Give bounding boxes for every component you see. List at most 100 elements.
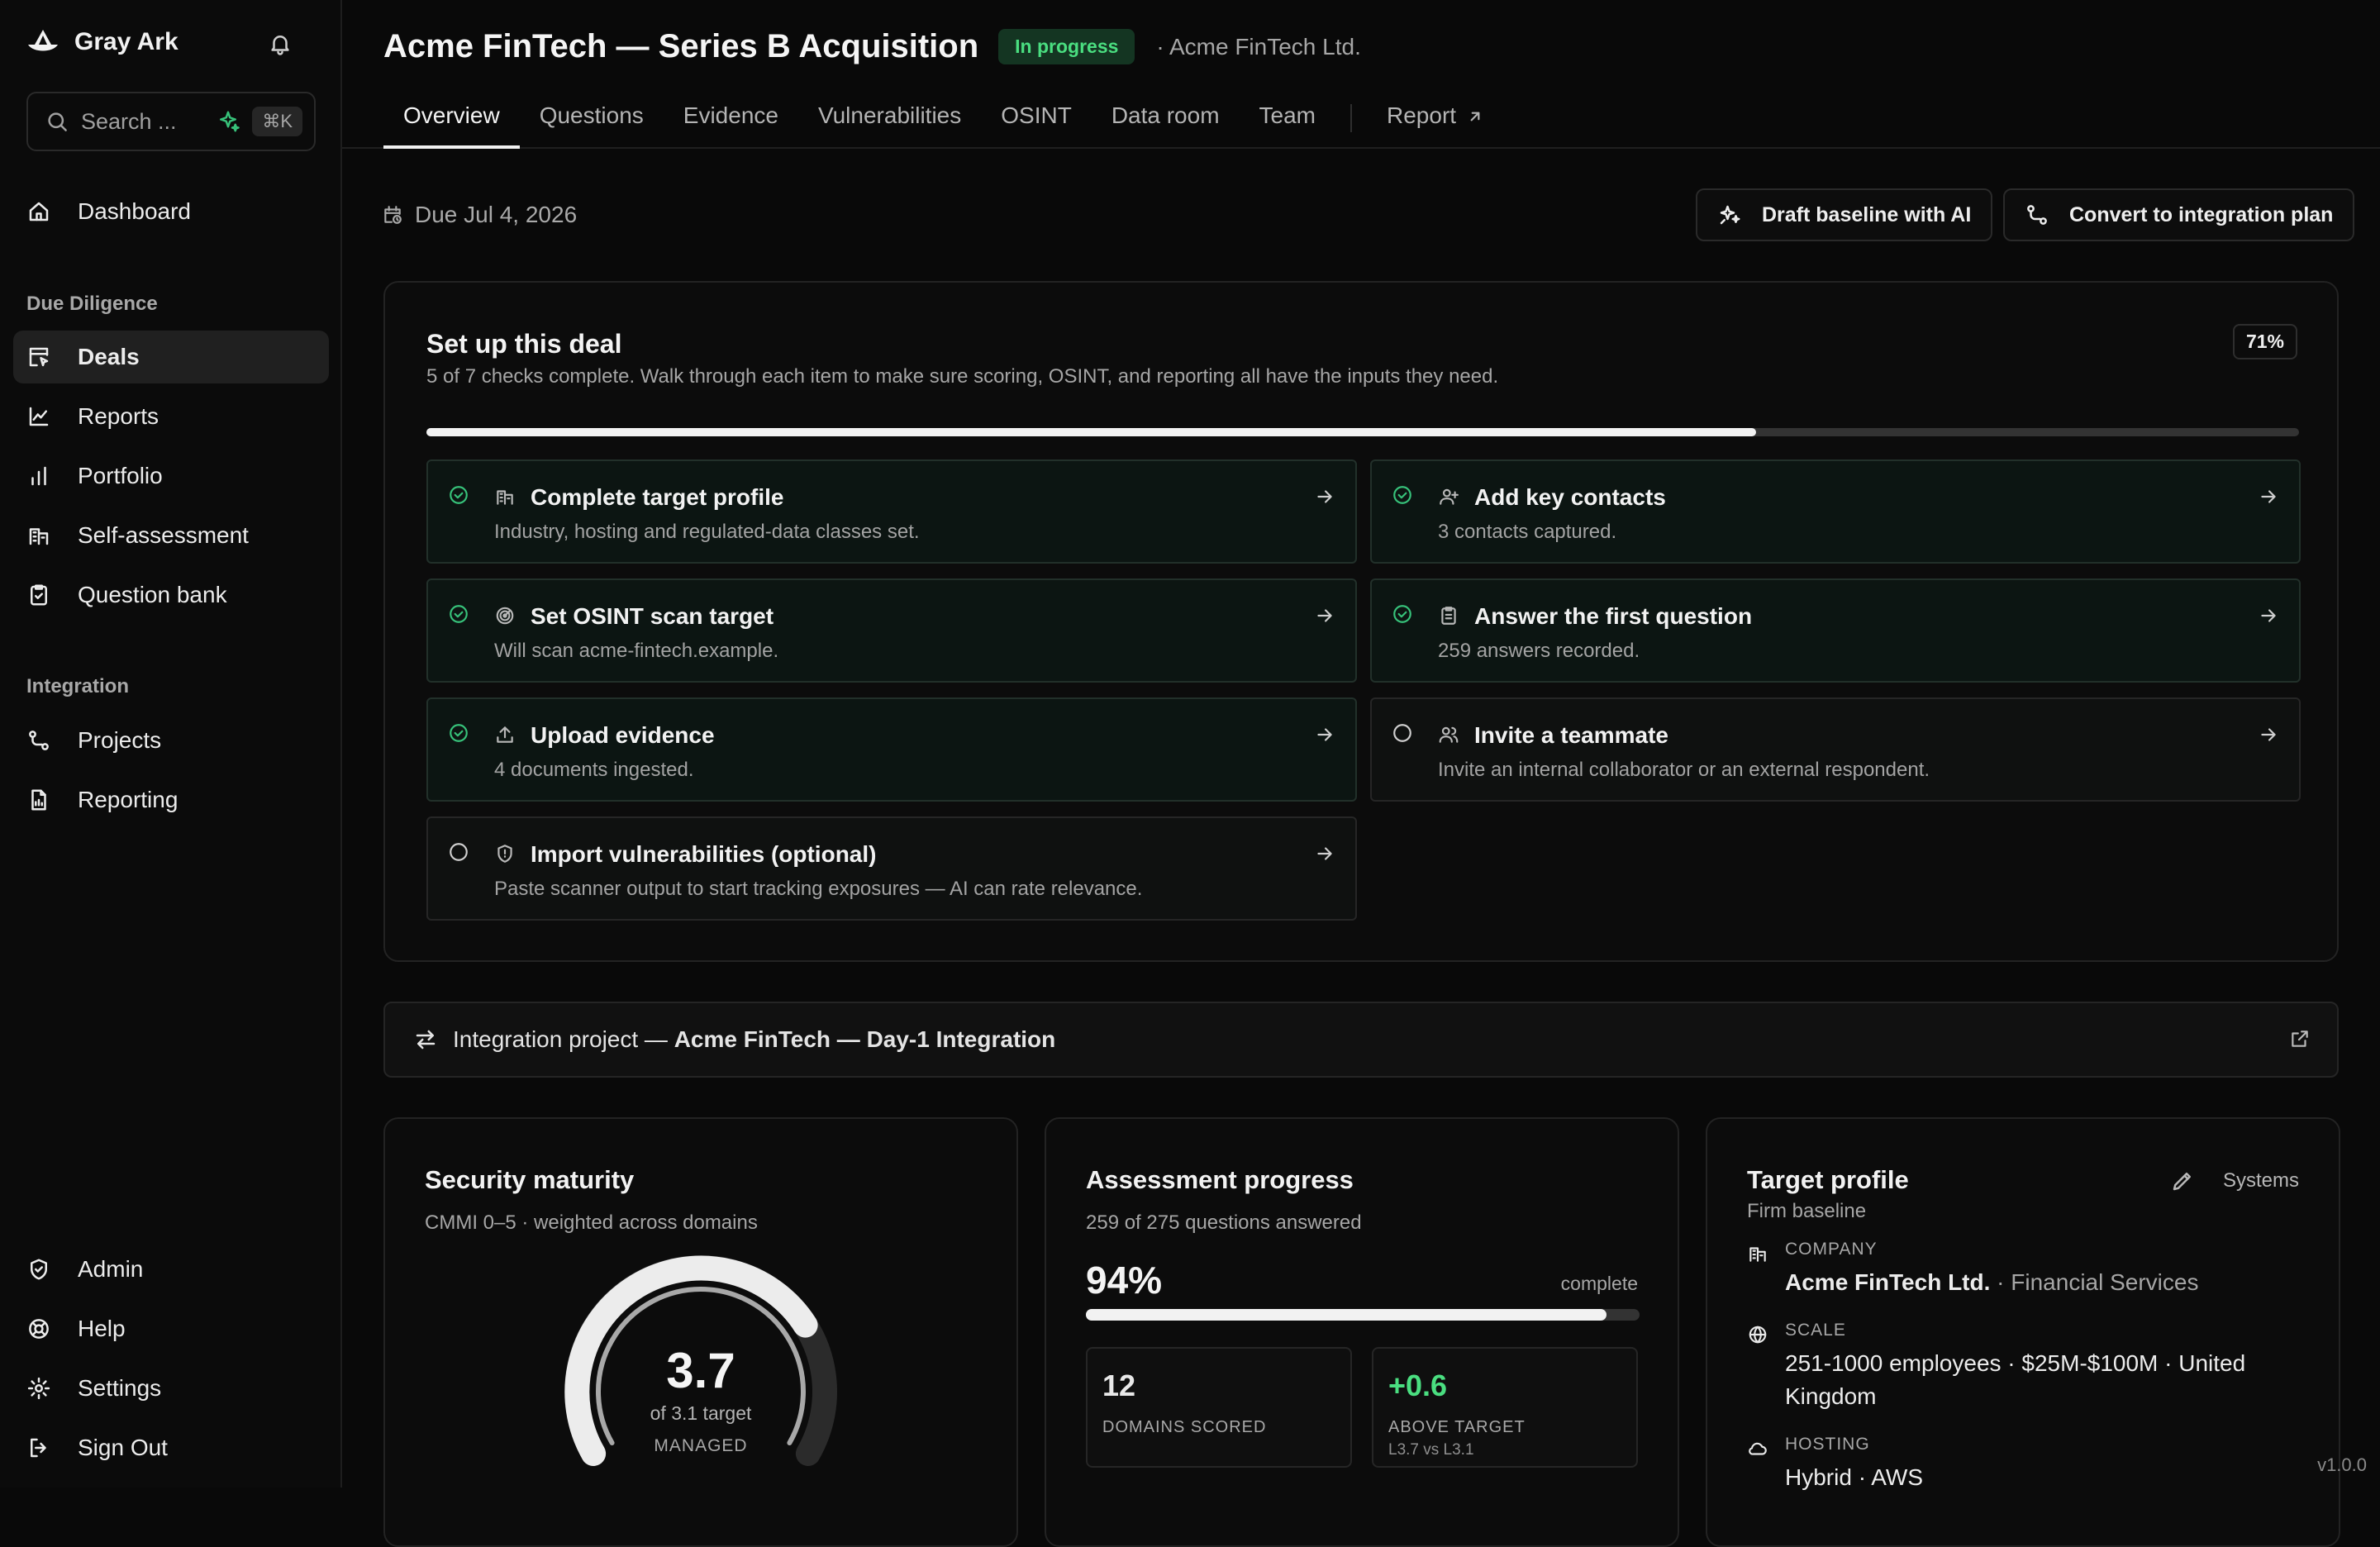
nav-settings[interactable]: Settings bbox=[13, 1362, 329, 1415]
clipboard-icon bbox=[1438, 605, 1459, 626]
ai-sparkle-icon bbox=[1717, 202, 1742, 227]
tab-overview[interactable]: Overview bbox=[383, 98, 520, 149]
setup-subtitle: 5 of 7 checks complete. Walk through eac… bbox=[426, 365, 1498, 388]
user-plus-icon bbox=[1438, 486, 1459, 507]
setup-check-item[interactable]: Answer the first question259 answers rec… bbox=[1370, 578, 2301, 683]
systems-label: Systems bbox=[2223, 1169, 2299, 1192]
tab-bar: Overview Questions Evidence Vulnerabilit… bbox=[383, 98, 1506, 149]
convert-integration-plan-button[interactable]: Convert to integration plan bbox=[2003, 188, 2354, 241]
external-link-icon[interactable] bbox=[2289, 1028, 2311, 1050]
setup-progress-fill bbox=[426, 428, 1756, 436]
nav-label: Dashboard bbox=[78, 198, 191, 225]
nav-label: Help bbox=[78, 1316, 126, 1342]
check-description: 3 contacts captured. bbox=[1438, 521, 1616, 544]
nav-label: Settings bbox=[78, 1375, 161, 1402]
nav-projects[interactable]: Projects bbox=[13, 714, 329, 767]
deals-icon bbox=[26, 345, 51, 369]
check-title: Add key contacts bbox=[1474, 484, 1666, 511]
tab-data-room[interactable]: Data room bbox=[1092, 98, 1240, 149]
integration-project-link[interactable]: Integration project — Acme FinTech — Day… bbox=[383, 1002, 2339, 1078]
assessment-progress-bar bbox=[1086, 1309, 1640, 1321]
above-target-stat: +0.6 ABOVE TARGET L3.7 vs L3.1 bbox=[1372, 1347, 1638, 1468]
route-icon bbox=[2025, 202, 2049, 227]
nav-self-assessment[interactable]: Self-assessment bbox=[13, 509, 329, 562]
nav-label: Admin bbox=[78, 1256, 143, 1283]
assessment-percent: 94% bbox=[1086, 1258, 1162, 1302]
check-title: Invite a teammate bbox=[1474, 722, 1668, 749]
nav-deals[interactable]: Deals bbox=[13, 331, 329, 383]
tab-osint[interactable]: OSINT bbox=[981, 98, 1092, 149]
setup-check-item[interactable]: Complete target profileIndustry, hosting… bbox=[426, 459, 1357, 564]
check-description: 4 documents ingested. bbox=[494, 759, 694, 782]
edit-systems-button[interactable]: Systems bbox=[2170, 1169, 2299, 1193]
search-bar[interactable]: Search ... ⌘K bbox=[26, 92, 316, 151]
search-placeholder: Search ... bbox=[81, 109, 177, 135]
notifications-button[interactable] bbox=[268, 31, 293, 56]
arrow-right-icon bbox=[1314, 724, 1335, 745]
company-value: Acme FinTech Ltd. bbox=[1785, 1269, 1990, 1295]
nav-portfolio[interactable]: Portfolio bbox=[13, 450, 329, 502]
assessment-progress-card: Assessment progress 259 of 275 questions… bbox=[1045, 1117, 1679, 1547]
integration-prefix: Integration project — bbox=[453, 1026, 674, 1052]
arrow-right-icon bbox=[1314, 605, 1335, 626]
status-badge: In progress bbox=[998, 29, 1135, 64]
above-target-label: ABOVE TARGET bbox=[1388, 1418, 1526, 1437]
maturity-title: Security maturity bbox=[425, 1165, 634, 1195]
ai-sparkle-icon[interactable] bbox=[216, 109, 240, 134]
tab-evidence[interactable]: Evidence bbox=[664, 98, 798, 149]
check-description: 259 answers recorded. bbox=[1438, 640, 1640, 663]
assessment-complete-label: complete bbox=[1561, 1273, 1638, 1295]
security-maturity-card: Security maturity CMMI 0–5 · weighted ac… bbox=[383, 1117, 1018, 1547]
brand[interactable]: Gray Ark bbox=[26, 28, 178, 56]
maturity-score: 3.7 bbox=[560, 1342, 841, 1399]
check-description: Invite an internal collaborator or an ex… bbox=[1438, 759, 1930, 782]
shield-check-icon bbox=[26, 1257, 51, 1282]
nav-dashboard[interactable]: Dashboard bbox=[13, 185, 329, 238]
due-date-text: Due Jul 4, 2026 bbox=[415, 202, 577, 228]
check-description: Will scan acme-fintech.example. bbox=[494, 640, 778, 663]
arrow-right-icon bbox=[1314, 843, 1335, 864]
above-target-sub: L3.7 vs L3.1 bbox=[1388, 1441, 1474, 1459]
tab-report-label: Report bbox=[1387, 102, 1456, 149]
section-integration: Integration bbox=[26, 675, 129, 698]
tab-questions[interactable]: Questions bbox=[520, 98, 664, 149]
nav-help[interactable]: Help bbox=[13, 1302, 329, 1355]
draft-baseline-ai-label: Draft baseline with AI bbox=[1762, 203, 1971, 227]
nav-sign-out[interactable]: Sign Out bbox=[13, 1421, 329, 1474]
radar-icon bbox=[494, 605, 516, 626]
company-row: COMPANY Acme FinTech Ltd. · Financial Se… bbox=[1747, 1240, 2198, 1299]
pencil-icon bbox=[2170, 1169, 2195, 1193]
home-icon bbox=[26, 199, 51, 224]
line-chart-icon bbox=[26, 404, 51, 429]
tab-team[interactable]: Team bbox=[1240, 98, 1335, 149]
setup-check-item[interactable]: Invite a teammate Invite an internal coll… bbox=[1370, 697, 2301, 802]
check-title: Import vulnerabilities (optional) bbox=[531, 841, 876, 868]
domains-scored-label: DOMAINS SCORED bbox=[1102, 1418, 1266, 1437]
target-profile-card: Target profile Firm baseline Systems COM… bbox=[1706, 1117, 2340, 1547]
shield-icon bbox=[494, 843, 516, 864]
nav-admin[interactable]: Admin bbox=[13, 1243, 329, 1296]
draft-baseline-ai-button[interactable]: Draft baseline with AI bbox=[1696, 188, 1992, 241]
nav-question-bank[interactable]: Question bank bbox=[13, 569, 329, 621]
setup-check-item[interactable]: Import vulnerabilities (optional)Paste s… bbox=[426, 816, 1357, 921]
setup-check-item[interactable]: Add key contacts 3 contacts captured. bbox=[1370, 459, 2301, 564]
bar-chart-icon bbox=[26, 464, 51, 488]
arrow-right-icon bbox=[2258, 486, 2279, 507]
nav-reports[interactable]: Reports bbox=[13, 390, 329, 443]
setup-check-item[interactable]: Upload evidence4 documents ingested. bbox=[426, 697, 1357, 802]
nav-label: Projects bbox=[78, 727, 161, 754]
lifebuoy-icon bbox=[26, 1316, 51, 1341]
users-icon bbox=[1438, 724, 1459, 745]
gear-icon bbox=[26, 1376, 51, 1401]
swap-arrows-icon bbox=[413, 1027, 438, 1052]
hosting-label: HOSTING bbox=[1785, 1435, 1923, 1454]
setup-check-item[interactable]: Set OSINT scan targetWill scan acme-fint… bbox=[426, 578, 1357, 683]
external-arrow-icon bbox=[1464, 106, 1486, 127]
cloud-icon bbox=[1747, 1438, 1768, 1459]
tab-report[interactable]: Report bbox=[1367, 98, 1506, 149]
tab-vulnerabilities[interactable]: Vulnerabilities bbox=[798, 98, 981, 149]
tab-divider bbox=[1350, 104, 1352, 132]
nav-label: Question bank bbox=[78, 582, 227, 608]
nav-reporting[interactable]: Reporting bbox=[13, 774, 329, 826]
empty-circle-icon bbox=[1392, 722, 1413, 744]
